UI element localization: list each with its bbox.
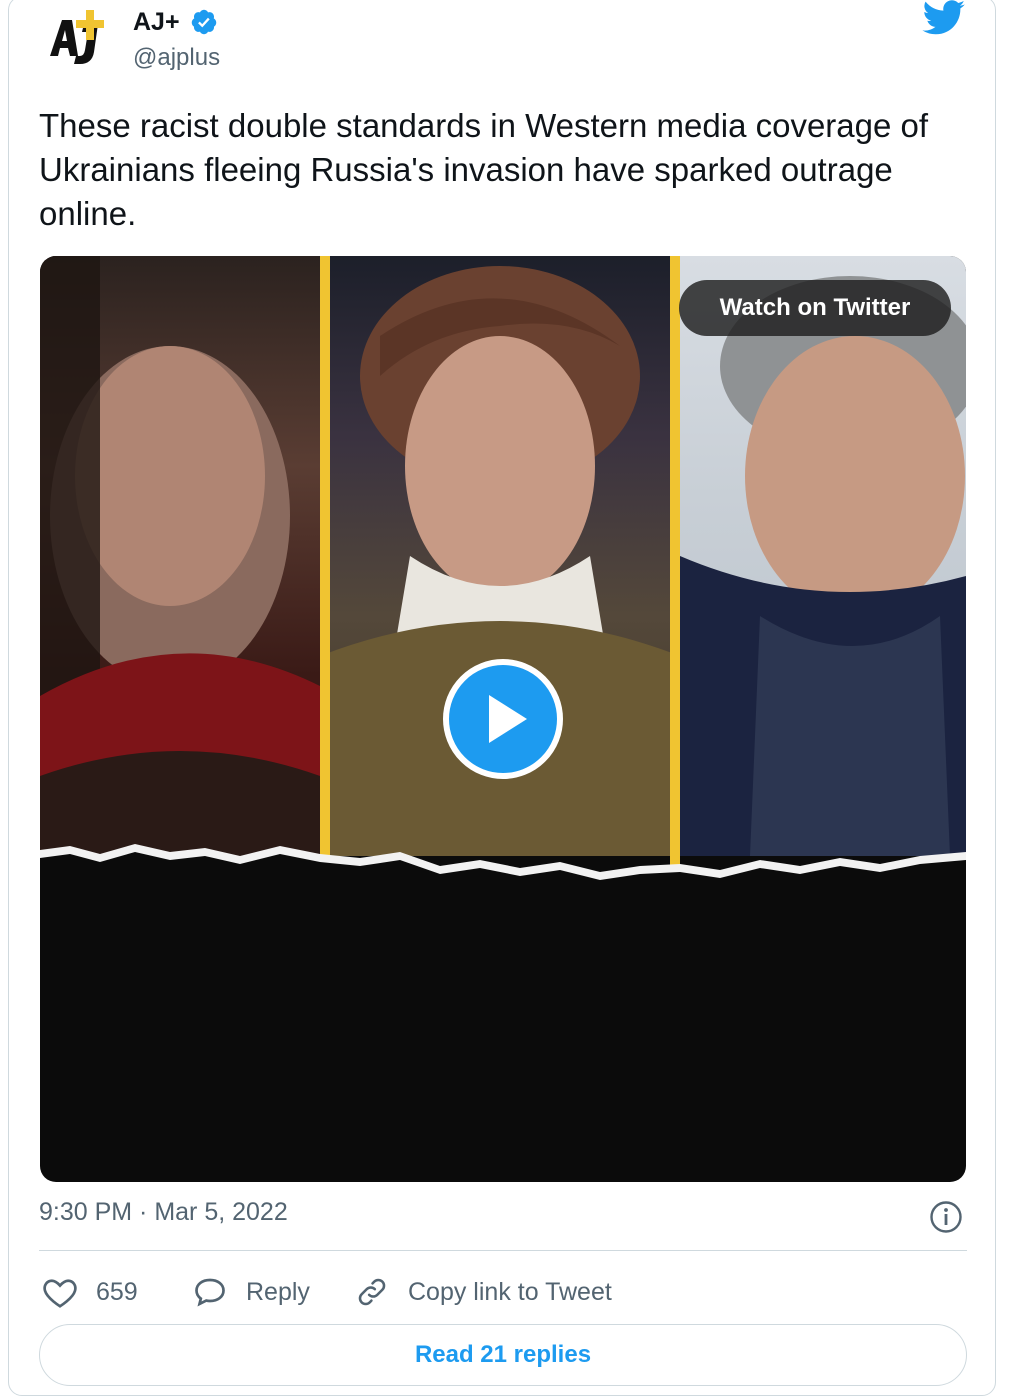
tweet-timestamp[interactable]: 9:30 PM · Mar 5, 2022 (39, 1198, 288, 1227)
verified-badge-icon (191, 9, 217, 35)
copy-link-button[interactable]: Copy link to Tweet (354, 1272, 612, 1312)
play-icon (489, 695, 527, 743)
reply-bubble-icon (195, 1278, 225, 1307)
display-name[interactable]: AJ+ (133, 8, 180, 37)
link-icon (358, 1278, 386, 1306)
copy-link-label: Copy link to Tweet (408, 1277, 612, 1306)
play-button[interactable] (443, 659, 563, 779)
ajplus-logo-icon[interactable] (40, 6, 116, 76)
watch-on-twitter-button[interactable]: Watch on Twitter (679, 280, 951, 336)
like-count: 659 (96, 1277, 138, 1306)
read-replies-button[interactable]: Read 21 replies (39, 1324, 967, 1386)
divider-stripe-right (670, 256, 680, 876)
video-frame-left (40, 256, 320, 856)
divider (39, 1250, 967, 1251)
video-frame-right (680, 256, 966, 856)
divider-stripe-left (320, 256, 330, 876)
tweet-text: These racist double standards in Western… (39, 107, 929, 232)
twitter-bird-icon[interactable] (922, 0, 966, 36)
reply-button[interactable]: Reply (192, 1272, 310, 1312)
info-icon[interactable] (929, 1200, 963, 1234)
like-button[interactable]: 659 (42, 1272, 138, 1312)
handle[interactable]: @ajplus (133, 44, 220, 72)
heart-icon (43, 1279, 77, 1308)
video-player[interactable]: Watch on Twitter (40, 256, 966, 1182)
reply-label: Reply (246, 1277, 310, 1306)
torn-paper-edge (40, 844, 966, 896)
